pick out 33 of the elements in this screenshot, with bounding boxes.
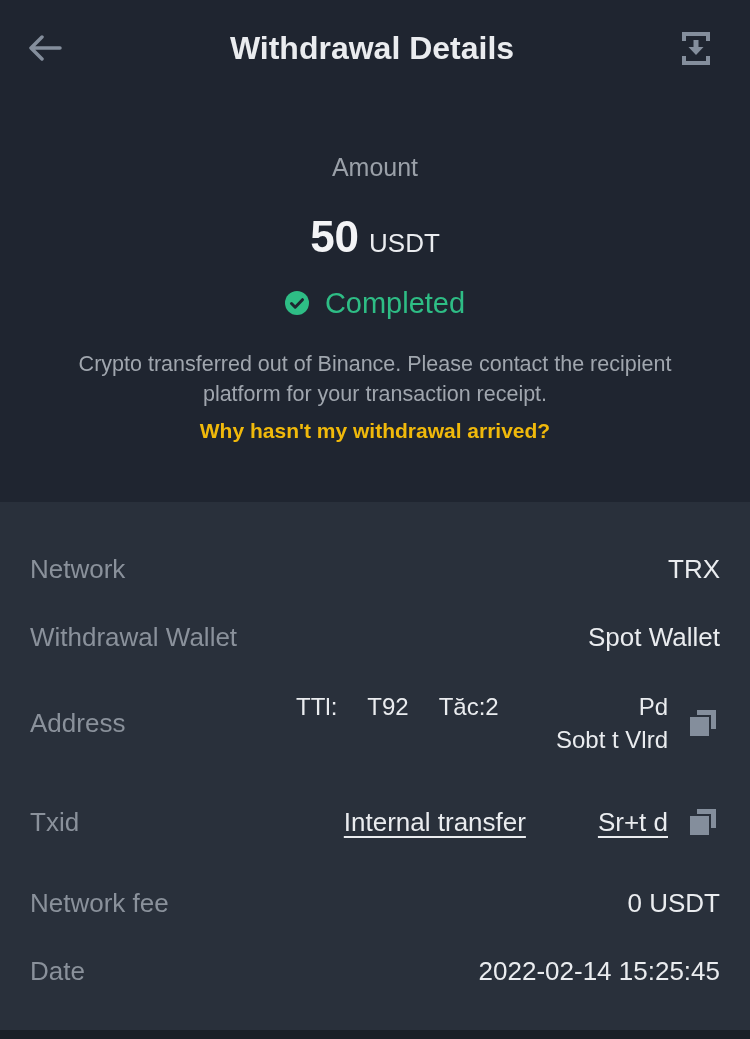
address-text: T92 [367,692,409,722]
address-text: TTl: [296,692,338,722]
detail-label: Network fee [30,888,169,918]
detail-label: Withdrawal Wallet [30,622,238,652]
currency-text: USDT [369,227,440,260]
detail-label: Txid [30,807,80,837]
detail-value: 0 USDT [627,888,720,918]
back-arrow-icon [28,35,62,61]
download-icon [682,31,710,65]
page-title: Withdrawal Details [229,29,515,67]
detail-label: Date [30,956,85,986]
info-note: Crypto transferred out of Binance. Please contact the recipient platform for your transaction receipt. [77,351,673,408]
amount-label: Amount [331,152,419,182]
address-text: Tăc:2 [438,692,499,722]
address-text: Pd [638,692,668,722]
amount-value: 50 [310,211,360,263]
copy-button[interactable] [690,809,716,835]
copy-button[interactable] [690,710,716,736]
detail-value: 2022-02-14 15:25:45 [478,956,720,986]
check-circle-icon [284,291,309,315]
txid-link[interactable]: Internal transfer [343,807,526,837]
detail-value: TRX [668,554,720,584]
address-text: Sobt t Vlrd [555,725,668,755]
status-text: Completed [324,286,466,321]
detail-label: Network [30,554,126,584]
detail-value: Spot Wallet [588,622,720,652]
help-link[interactable]: Why hasn't my withdrawal arrived? [199,416,551,446]
detail-label: Address [30,708,126,738]
copy-icon [690,809,716,835]
back-button[interactable] [28,35,62,61]
txid-text: Sr+t d [597,807,668,837]
copy-icon [690,710,716,736]
download-button[interactable] [682,31,710,65]
